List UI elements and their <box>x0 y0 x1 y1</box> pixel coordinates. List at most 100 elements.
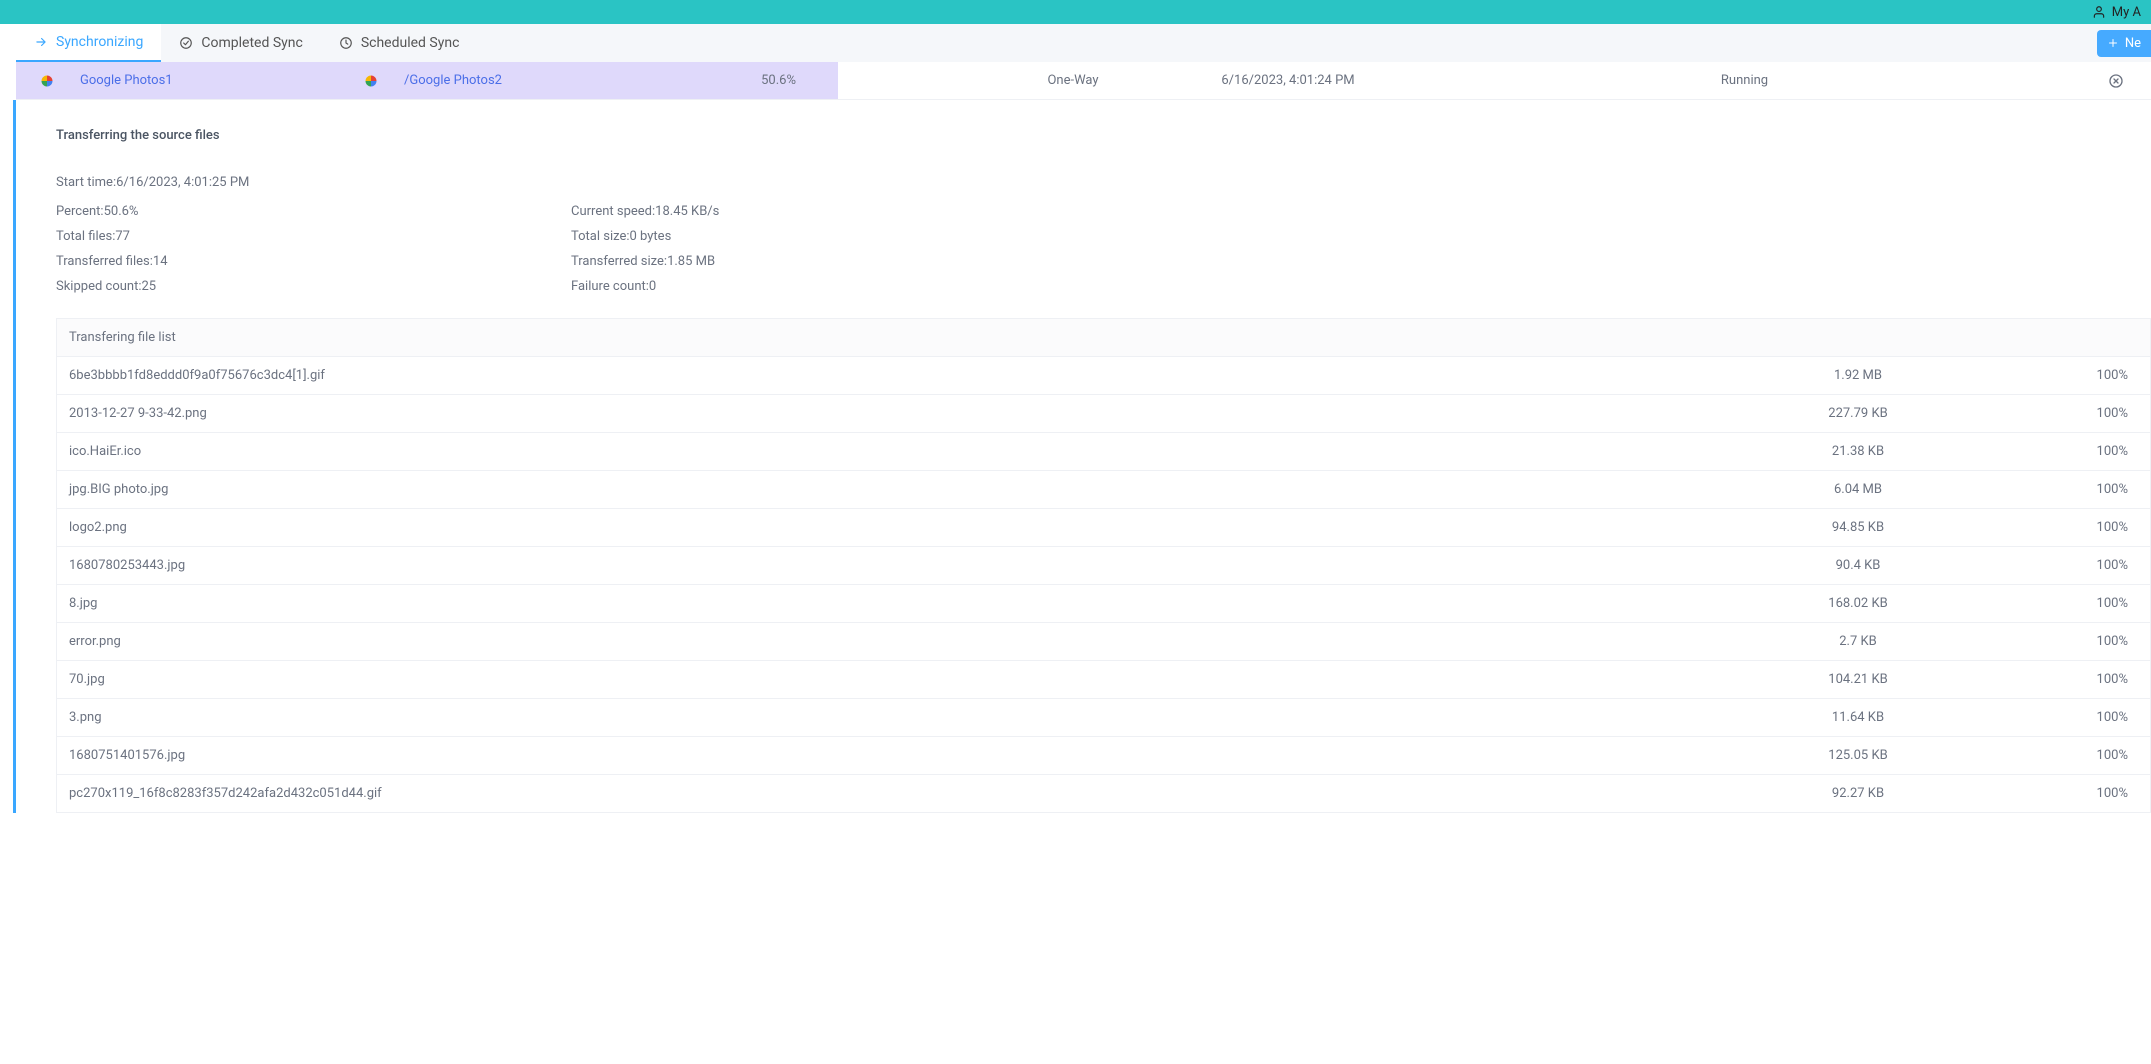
file-row: 8.jpg168.02 KB100% <box>57 585 2150 623</box>
user-icon <box>2092 5 2106 19</box>
skipped-count-value: 25 <box>141 279 156 294</box>
file-row: 1680751401576.jpg125.05 KB100% <box>57 737 2150 775</box>
tab-label: Completed Sync <box>201 35 302 51</box>
file-list-table: Transfering file list 6be3bbbb1fd8eddd0f… <box>56 318 2151 813</box>
transferred-size-value: 1.85 MB <box>667 254 715 269</box>
cancel-sync-button[interactable] <box>2101 73 2131 89</box>
file-size: 1.92 MB <box>1758 368 1958 383</box>
file-size: 168.02 KB <box>1758 596 1958 611</box>
file-row: jpg.BIG photo.jpg6.04 MB100% <box>57 471 2150 509</box>
file-row: logo2.png94.85 KB100% <box>57 509 2150 547</box>
google-photos-icon <box>360 70 382 92</box>
total-size-label: Total size: <box>571 229 630 244</box>
sync-time: 6/16/2023, 4:01:24 PM <box>1188 73 1388 88</box>
file-percent: 100% <box>1958 482 2138 497</box>
file-name: 1680780253443.jpg <box>69 558 1758 573</box>
sync-status: Running <box>1388 73 2101 88</box>
file-row: error.png2.7 KB100% <box>57 623 2150 661</box>
file-size: 6.04 MB <box>1758 482 1958 497</box>
file-percent: 100% <box>1958 710 2138 725</box>
google-photos-icon <box>36 70 58 92</box>
sync-source: Google Photos1 <box>80 73 360 88</box>
transferred-files-label: Transferred files: <box>56 254 153 269</box>
file-percent: 100% <box>1958 786 2138 801</box>
file-size: 90.4 KB <box>1758 558 1958 573</box>
start-time-value: 6/16/2023, 4:01:25 PM <box>116 175 249 190</box>
tab-label: Synchronizing <box>56 34 143 50</box>
file-row: 70.jpg104.21 KB100% <box>57 661 2150 699</box>
account-label: My A <box>2112 5 2141 20</box>
file-name: 70.jpg <box>69 672 1758 687</box>
file-name: pc270x119_16f8c8283f357d242afa2d432c051d… <box>69 786 1758 801</box>
file-percent: 100% <box>1958 596 2138 611</box>
new-button-label: Ne <box>2125 36 2141 51</box>
skipped-count-label: Skipped count: <box>56 279 141 294</box>
failure-count-value: 0 <box>649 279 656 294</box>
file-percent: 100% <box>1958 406 2138 421</box>
clock-icon <box>339 36 353 50</box>
file-name: ico.HaiEr.ico <box>69 444 1758 459</box>
new-button[interactable]: Ne <box>2097 30 2151 57</box>
file-list-header: Transfering file list <box>57 319 2150 357</box>
stats-right: Current speed: 18.45 KB/s Total size: 0 … <box>571 204 1086 294</box>
file-percent: 100% <box>1958 444 2138 459</box>
file-size: 21.38 KB <box>1758 444 1958 459</box>
sync-job-progress: Google Photos1 /Google Photos2 50.6% <box>16 62 838 99</box>
sync-percent: 50.6% <box>761 73 796 88</box>
file-name: logo2.png <box>69 520 1758 535</box>
file-size: 2.7 KB <box>1758 634 1958 649</box>
check-circle-icon <box>179 36 193 50</box>
sync-job-meta: One-Way 6/16/2023, 4:01:24 PM Running <box>838 62 2151 99</box>
total-size-value: 0 bytes <box>630 229 672 244</box>
file-row: 3.png11.64 KB100% <box>57 699 2150 737</box>
file-name: error.png <box>69 634 1758 649</box>
file-name: 3.png <box>69 710 1758 725</box>
file-list-header-label: Transfering file list <box>69 330 2138 345</box>
file-percent: 100% <box>1958 558 2138 573</box>
tab-scheduled[interactable]: Scheduled Sync <box>321 24 478 62</box>
file-size: 11.64 KB <box>1758 710 1958 725</box>
sync-job-row[interactable]: Google Photos1 /Google Photos2 50.6% One… <box>16 62 2151 100</box>
file-name: 6be3bbbb1fd8eddd0f9a0f75676c3dc4[1].gif <box>69 368 1758 383</box>
top-teal-bar: My A <box>0 0 2151 24</box>
file-percent: 100% <box>1958 520 2138 535</box>
arrow-right-icon <box>34 35 48 49</box>
file-name: 1680751401576.jpg <box>69 748 1758 763</box>
total-files-label: Total files: <box>56 229 115 244</box>
failure-count-label: Failure count: <box>571 279 649 294</box>
file-row: 1680780253443.jpg90.4 KB100% <box>57 547 2150 585</box>
file-name: 8.jpg <box>69 596 1758 611</box>
file-size: 125.05 KB <box>1758 748 1958 763</box>
percent-label: Percent: <box>56 204 104 219</box>
file-size: 94.85 KB <box>1758 520 1958 535</box>
file-size: 104.21 KB <box>1758 672 1958 687</box>
transferred-size-label: Transferred size: <box>571 254 667 269</box>
start-time-label: Start time: <box>56 175 116 190</box>
total-files-value: 77 <box>115 229 130 244</box>
current-speed-value: 18.45 KB/s <box>655 204 719 219</box>
close-circle-icon <box>2108 73 2124 89</box>
file-percent: 100% <box>1958 748 2138 763</box>
file-percent: 100% <box>1958 672 2138 687</box>
file-row: 2013-12-27 9-33-42.png227.79 KB100% <box>57 395 2150 433</box>
tab-label: Scheduled Sync <box>361 35 460 51</box>
file-size: 227.79 KB <box>1758 406 1958 421</box>
file-row: 6be3bbbb1fd8eddd0f9a0f75676c3dc4[1].gif1… <box>57 357 2150 395</box>
tab-synchronizing[interactable]: Synchronizing <box>16 24 161 62</box>
account-menu[interactable]: My A <box>2092 5 2141 20</box>
sync-mode: One-Way <box>958 73 1188 88</box>
tab-completed[interactable]: Completed Sync <box>161 24 320 62</box>
stats-left: Percent: 50.6% Total files: 77 Transferr… <box>56 204 571 294</box>
file-row: ico.HaiEr.ico21.38 KB100% <box>57 433 2150 471</box>
file-name: 2013-12-27 9-33-42.png <box>69 406 1758 421</box>
file-percent: 100% <box>1958 634 2138 649</box>
details-title: Transferring the source files <box>56 128 2151 143</box>
tabs: Synchronizing Completed Sync Scheduled S… <box>16 24 2097 62</box>
transferred-files-value: 14 <box>153 254 168 269</box>
plus-icon <box>2107 37 2119 49</box>
tabs-row: Synchronizing Completed Sync Scheduled S… <box>16 24 2151 62</box>
current-speed-label: Current speed: <box>571 204 655 219</box>
file-name: jpg.BIG photo.jpg <box>69 482 1758 497</box>
file-size: 92.27 KB <box>1758 786 1958 801</box>
percent-value: 50.6% <box>104 204 139 219</box>
